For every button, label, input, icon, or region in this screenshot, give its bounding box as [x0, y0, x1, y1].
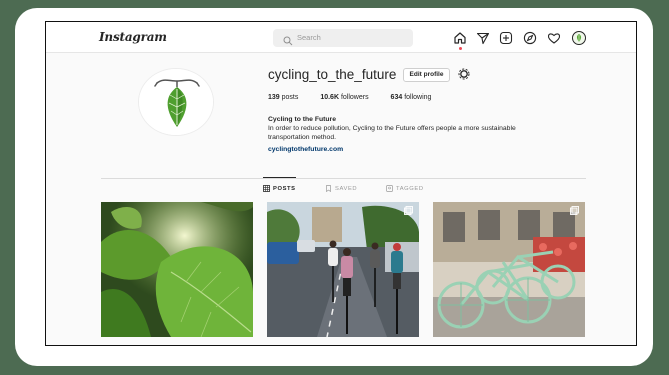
direct-send-icon[interactable] [476, 31, 490, 45]
grid-icon [263, 185, 270, 192]
bio-line-1: In order to reduce pollution, Cycling to… [268, 125, 516, 132]
profile-avatar[interactable] [138, 68, 214, 136]
profile-full-name: Cycling to the Future [268, 116, 336, 123]
following-stat[interactable]: 634 following [391, 94, 432, 101]
home-notification-dot [459, 47, 462, 50]
browser-screenshot-frame: Instagram Search cycling_to_the_future E… [45, 21, 637, 346]
followers-stat[interactable]: 10.6K followers [320, 94, 368, 101]
profile-bio: Cycling to the Future In order to reduce… [268, 115, 588, 154]
edit-profile-button[interactable]: Edit profile [403, 68, 450, 82]
activity-heart-icon[interactable] [547, 31, 561, 45]
multiple-photos-icon [570, 206, 579, 215]
new-post-icon[interactable] [499, 31, 513, 45]
post-thumbnail-cyclists[interactable] [267, 202, 419, 337]
tab-tagged-label: TAGGED [396, 185, 424, 192]
tab-posts-label: POSTS [273, 185, 296, 192]
search-placeholder: Search [297, 33, 321, 42]
following-count: 634 [390, 94, 403, 101]
tab-posts[interactable]: POSTS [263, 177, 296, 192]
post-thumbnail-bicycles[interactable] [433, 202, 585, 337]
bio-line-2: transportation method. [268, 134, 337, 141]
profile-username: cycling_to_the_future [268, 67, 397, 82]
tab-saved-label: SAVED [335, 185, 358, 192]
explore-compass-icon[interactable] [523, 31, 537, 45]
posts-label: posts [281, 94, 299, 101]
posts-stat[interactable]: 139 posts [268, 94, 298, 101]
tagged-person-icon [386, 185, 393, 192]
tab-tagged[interactable]: TAGGED [386, 185, 424, 192]
settings-gear-icon[interactable] [458, 68, 470, 80]
posts-count: 139 [268, 94, 280, 101]
followers-label: followers [340, 94, 369, 101]
multiple-photos-icon [404, 206, 413, 215]
profile-stats: 139 posts 10.6K followers 634 following [268, 94, 451, 101]
profile-avatar-icon[interactable] [572, 31, 586, 45]
profile-website-link[interactable]: cyclingtothefuture.com [268, 145, 588, 154]
bookmark-icon [325, 185, 332, 193]
search-icon [283, 33, 293, 46]
top-navigation-bar: Instagram Search [46, 22, 636, 53]
search-input[interactable]: Search [273, 29, 413, 47]
instagram-logo[interactable]: Instagram [99, 30, 167, 44]
followers-count: 10.6K [320, 94, 340, 101]
profile-divider [101, 178, 586, 179]
home-icon[interactable] [453, 31, 467, 45]
tab-saved[interactable]: SAVED [325, 185, 358, 193]
following-label: following [404, 94, 432, 101]
post-thumbnail-leaves[interactable] [101, 202, 253, 337]
